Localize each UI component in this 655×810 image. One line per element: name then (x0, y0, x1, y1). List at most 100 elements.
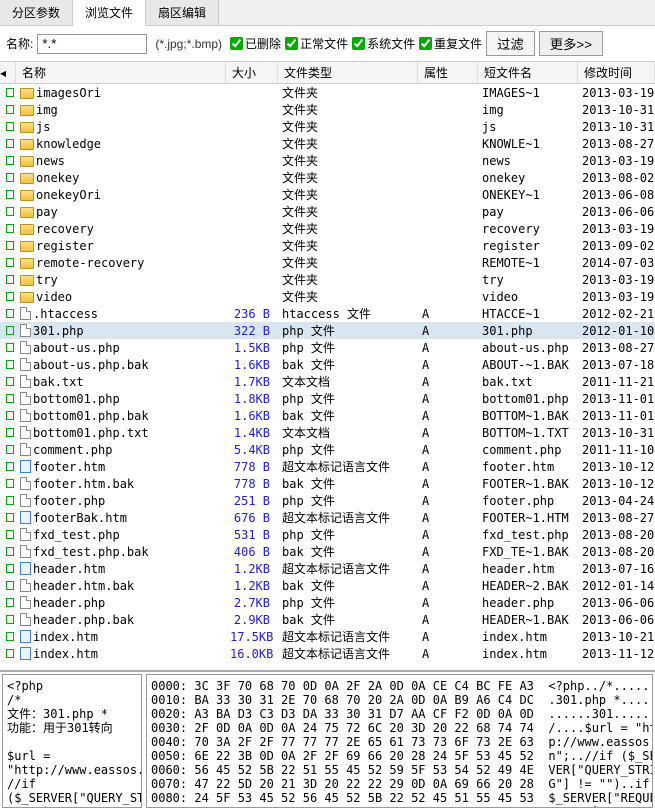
row-checkbox[interactable] (0, 139, 14, 148)
row-checkbox[interactable] (0, 88, 14, 97)
row-checkbox[interactable] (0, 649, 14, 658)
row-checkbox[interactable] (0, 530, 14, 539)
more-button[interactable]: 更多>> (539, 31, 603, 56)
table-row[interactable]: pay文件夹pay2013-06-06 1 (0, 203, 655, 220)
table-row[interactable]: fxd_test.php531 Bphp 文件Afxd_test.php2013… (0, 526, 655, 543)
row-checkbox[interactable] (0, 105, 14, 114)
file-date: 2013-08-27 1 (576, 341, 655, 355)
col-attr[interactable]: 属性 (418, 62, 478, 83)
table-row[interactable]: header.htm.bak1.2KBbak 文件AHEADER~2.BAK20… (0, 577, 655, 594)
file-shortname: register (476, 239, 576, 253)
row-checkbox[interactable] (0, 258, 14, 267)
tab-2[interactable]: 扇区编辑 (146, 0, 219, 25)
file-name: header.htm (14, 562, 224, 576)
table-row[interactable]: about-us.php.bak1.6KBbak 文件AABOUT-~1.BAK… (0, 356, 655, 373)
table-row[interactable]: index.htm17.5KB超文本标记语言文件Aindex.htm2013-1… (0, 628, 655, 645)
row-checkbox[interactable] (0, 377, 14, 386)
table-row[interactable]: img文件夹img2013-10-31 1 (0, 101, 655, 118)
tab-1[interactable]: 浏览文件 (73, 0, 146, 26)
table-row[interactable]: register文件夹register2013-09-02 1 (0, 237, 655, 254)
row-checkbox[interactable] (0, 547, 14, 556)
row-checkbox[interactable] (0, 207, 14, 216)
table-row[interactable]: header.php2.7KBphp 文件Aheader.php2013-06-… (0, 594, 655, 611)
row-checkbox[interactable] (0, 360, 14, 369)
row-checkbox[interactable] (0, 445, 14, 454)
table-row[interactable]: remote-recovery文件夹REMOTE~12014-07-03 1 (0, 254, 655, 271)
table-row[interactable]: bak.txt1.7KB文本文档Abak.txt2011-11-21 1 (0, 373, 655, 390)
table-row[interactable]: onekeyOri文件夹ONEKEY~12013-06-08 1 (0, 186, 655, 203)
table-row[interactable]: bottom01.php.bak1.6KBbak 文件ABOTTOM~1.BAK… (0, 407, 655, 424)
row-checkbox[interactable] (0, 394, 14, 403)
row-checkbox[interactable] (0, 496, 14, 505)
col-name[interactable]: 名称 (16, 62, 226, 83)
filter-button[interactable]: 过滤 (486, 31, 535, 56)
table-row[interactable]: imagesOri文件夹IMAGES~12013-03-19 1 (0, 84, 655, 101)
col-short[interactable]: 短文件名 (478, 62, 578, 83)
row-checkbox[interactable] (0, 343, 14, 352)
table-row[interactable]: onekey文件夹onekey2013-08-02 1 (0, 169, 655, 186)
row-checkbox[interactable] (0, 428, 14, 437)
col-type[interactable]: 文件类型 (278, 62, 418, 83)
row-checkbox[interactable] (0, 564, 14, 573)
table-row[interactable]: bottom01.php1.8KBphp 文件Abottom01.php2013… (0, 390, 655, 407)
file-shortname: recovery (476, 222, 576, 236)
table-row[interactable]: recovery文件夹recovery2013-03-19 1 (0, 220, 655, 237)
row-checkbox[interactable] (0, 156, 14, 165)
chk-deleted[interactable]: 已删除 (230, 35, 281, 52)
col-expand[interactable]: ◂ (0, 62, 16, 83)
row-checkbox[interactable] (0, 309, 14, 318)
row-checkbox[interactable] (0, 479, 14, 488)
table-row[interactable]: bottom01.php.txt1.4KB文本文档ABOTTOM~1.TXT20… (0, 424, 655, 441)
file-shortname: fxd_test.php (476, 528, 576, 542)
chk-repeat[interactable]: 重复文件 (419, 35, 482, 52)
row-checkbox[interactable] (0, 122, 14, 131)
row-checkbox[interactable] (0, 173, 14, 182)
name-input[interactable] (37, 34, 147, 54)
col-size[interactable]: 大小 (226, 62, 278, 83)
table-row[interactable]: video文件夹video2013-03-19 1 (0, 288, 655, 305)
file-shortname: FOOTER~1.BAK (476, 477, 576, 491)
file-icon (20, 596, 31, 609)
row-checkbox[interactable] (0, 411, 14, 420)
file-list[interactable]: imagesOri文件夹IMAGES~12013-03-19 1img文件夹im… (0, 84, 655, 670)
table-row[interactable]: fxd_test.php.bak406 Bbak 文件AFXD_TE~1.BAK… (0, 543, 655, 560)
row-checkbox[interactable] (0, 632, 14, 641)
table-row[interactable]: 301.php322 Bphp 文件A301.php2012-01-10 1 (0, 322, 655, 339)
chk-normal[interactable]: 正常文件 (285, 35, 348, 52)
row-checkbox[interactable] (0, 581, 14, 590)
table-row[interactable]: .htaccess236 Bhtaccess 文件AHTACCE~12012-0… (0, 305, 655, 322)
info-box[interactable]: <?php /* 文件：301.php * 功能：用于301转向 $url = … (2, 674, 142, 808)
file-attr: A (416, 477, 476, 491)
table-row[interactable]: header.php.bak2.9KBbak 文件AHEADER~1.BAK20… (0, 611, 655, 628)
file-type: 文件夹 (276, 152, 416, 169)
row-checkbox[interactable] (0, 615, 14, 624)
row-checkbox[interactable] (0, 513, 14, 522)
chk-system[interactable]: 系统文件 (352, 35, 415, 52)
table-row[interactable]: footer.htm.bak778 Bbak 文件AFOOTER~1.BAK20… (0, 475, 655, 492)
col-date[interactable]: 修改时间 (578, 62, 655, 83)
table-row[interactable]: footer.php251 Bphp 文件Afooter.php2013-04-… (0, 492, 655, 509)
file-icon (20, 443, 31, 456)
file-type: 文本文档 (276, 373, 416, 390)
table-row[interactable]: footerBak.htm676 B超文本标记语言文件AFOOTER~1.HTM… (0, 509, 655, 526)
row-checkbox[interactable] (0, 598, 14, 607)
row-checkbox[interactable] (0, 275, 14, 284)
table-row[interactable]: index.htm16.0KB超文本标记语言文件Aindex.htm2013-1… (0, 645, 655, 662)
table-row[interactable]: comment.php5.4KBphp 文件Acomment.php2011-1… (0, 441, 655, 458)
table-row[interactable]: header.htm1.2KB超文本标记语言文件Aheader.htm2013-… (0, 560, 655, 577)
table-row[interactable]: knowledge文件夹KNOWLE~12013-08-27 1 (0, 135, 655, 152)
row-checkbox[interactable] (0, 292, 14, 301)
table-row[interactable]: js文件夹js2013-10-31 1 (0, 118, 655, 135)
row-checkbox[interactable] (0, 224, 14, 233)
table-row[interactable]: about-us.php1.5KBphp 文件Aabout-us.php2013… (0, 339, 655, 356)
tab-0[interactable]: 分区参数 (0, 0, 73, 25)
table-row[interactable]: footer.htm778 B超文本标记语言文件Afooter.htm2013-… (0, 458, 655, 475)
table-row[interactable]: try文件夹try2013-03-19 1 (0, 271, 655, 288)
file-type: 文件夹 (276, 84, 416, 101)
hex-box[interactable]: 0000: 3C 3F 70 68 70 0D 0A 2F 2A 0D 0A C… (146, 674, 653, 808)
row-checkbox[interactable] (0, 462, 14, 471)
row-checkbox[interactable] (0, 190, 14, 199)
table-row[interactable]: news文件夹news2013-03-19 1 (0, 152, 655, 169)
row-checkbox[interactable] (0, 241, 14, 250)
row-checkbox[interactable] (0, 326, 14, 335)
